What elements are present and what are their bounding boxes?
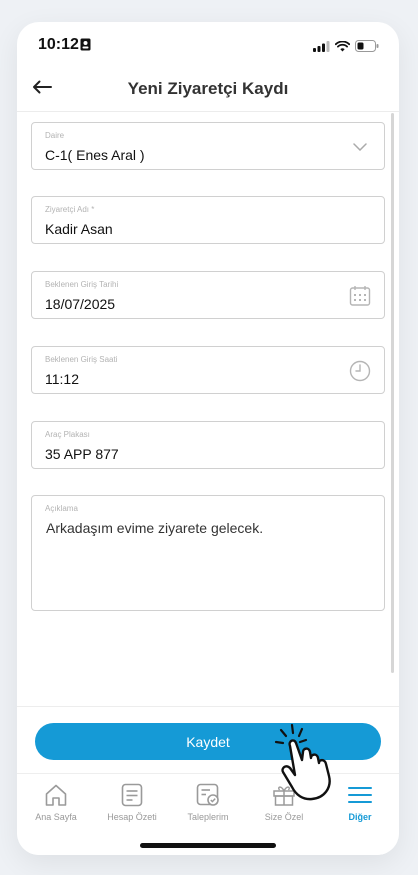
battery-icon (355, 39, 379, 57)
description-value: Arkadaşım evime ziyarete gelecek. (46, 520, 264, 536)
tap-hand-icon (274, 723, 331, 801)
home-icon (43, 782, 69, 808)
page-title: Yeni Ziyaretçi Kaydı (127, 79, 289, 98)
visitor-name-value: Kadir Asan (45, 221, 113, 237)
tab-label: Diğer (348, 812, 372, 822)
document-list-icon (119, 782, 145, 808)
wifi-icon (334, 39, 351, 57)
chevron-down-icon (348, 135, 372, 159)
description-label: Açıklama (45, 504, 78, 513)
visitor-name-field[interactable]: Ziyaretçi Adı * Kadir Asan (31, 196, 385, 244)
daire-value: C-1( Enes Aral ) (45, 147, 145, 163)
tab-label: Taleplerim (187, 812, 229, 822)
menu-icon (347, 782, 373, 808)
calendar-icon[interactable] (348, 284, 372, 308)
clock-icon[interactable] (348, 359, 372, 383)
top-navbar: Yeni Ziyaretçi Kaydı (17, 66, 399, 112)
daire-label: Daire (45, 131, 65, 140)
tab-label: Ana Sayfa (35, 812, 77, 822)
entry-date-label: Beklenen Giriş Tarihi (45, 280, 119, 289)
entry-time-value: 11:12 (45, 371, 79, 387)
entry-date-value: 18/07/2025 (45, 296, 116, 312)
scrollbar[interactable] (391, 113, 394, 673)
status-time: 10:12 (38, 36, 79, 53)
plate-field[interactable]: Araç Plakası 35 APP 877 (31, 421, 385, 469)
tab-label: Size Özel (264, 812, 304, 822)
signal-icon (313, 39, 330, 57)
form-content: Daire C-1( Enes Aral ) Ziyaretçi Adı * K… (17, 113, 399, 706)
status-icons (313, 39, 379, 57)
request-check-icon (195, 782, 221, 808)
entry-date-field[interactable]: Beklenen Giriş Tarihi 18/07/2025 (31, 271, 385, 319)
visitor-name-label: Ziyaretçi Adı * (45, 205, 95, 214)
status-bar: 10:12 (17, 22, 399, 66)
tab-label: Hesap Özeti (107, 812, 157, 822)
description-textarea[interactable]: Açıklama Arkadaşım evime ziyarete gelece… (31, 495, 385, 611)
home-indicator (140, 843, 276, 848)
tab-taleplerim[interactable]: Taleplerim (170, 776, 246, 826)
id-card-icon (80, 38, 91, 51)
plate-label: Araç Plakası (45, 430, 90, 439)
entry-time-label: Beklenen Giriş Saati (45, 355, 118, 364)
plate-value: 35 APP 877 (45, 446, 119, 462)
daire-select[interactable]: Daire C-1( Enes Aral ) (31, 122, 385, 170)
entry-time-field[interactable]: Beklenen Giriş Saati 11:12 (31, 346, 385, 394)
tab-hesap-ozeti[interactable]: Hesap Özeti (94, 776, 170, 826)
tab-ana-sayfa[interactable]: Ana Sayfa (18, 776, 94, 826)
